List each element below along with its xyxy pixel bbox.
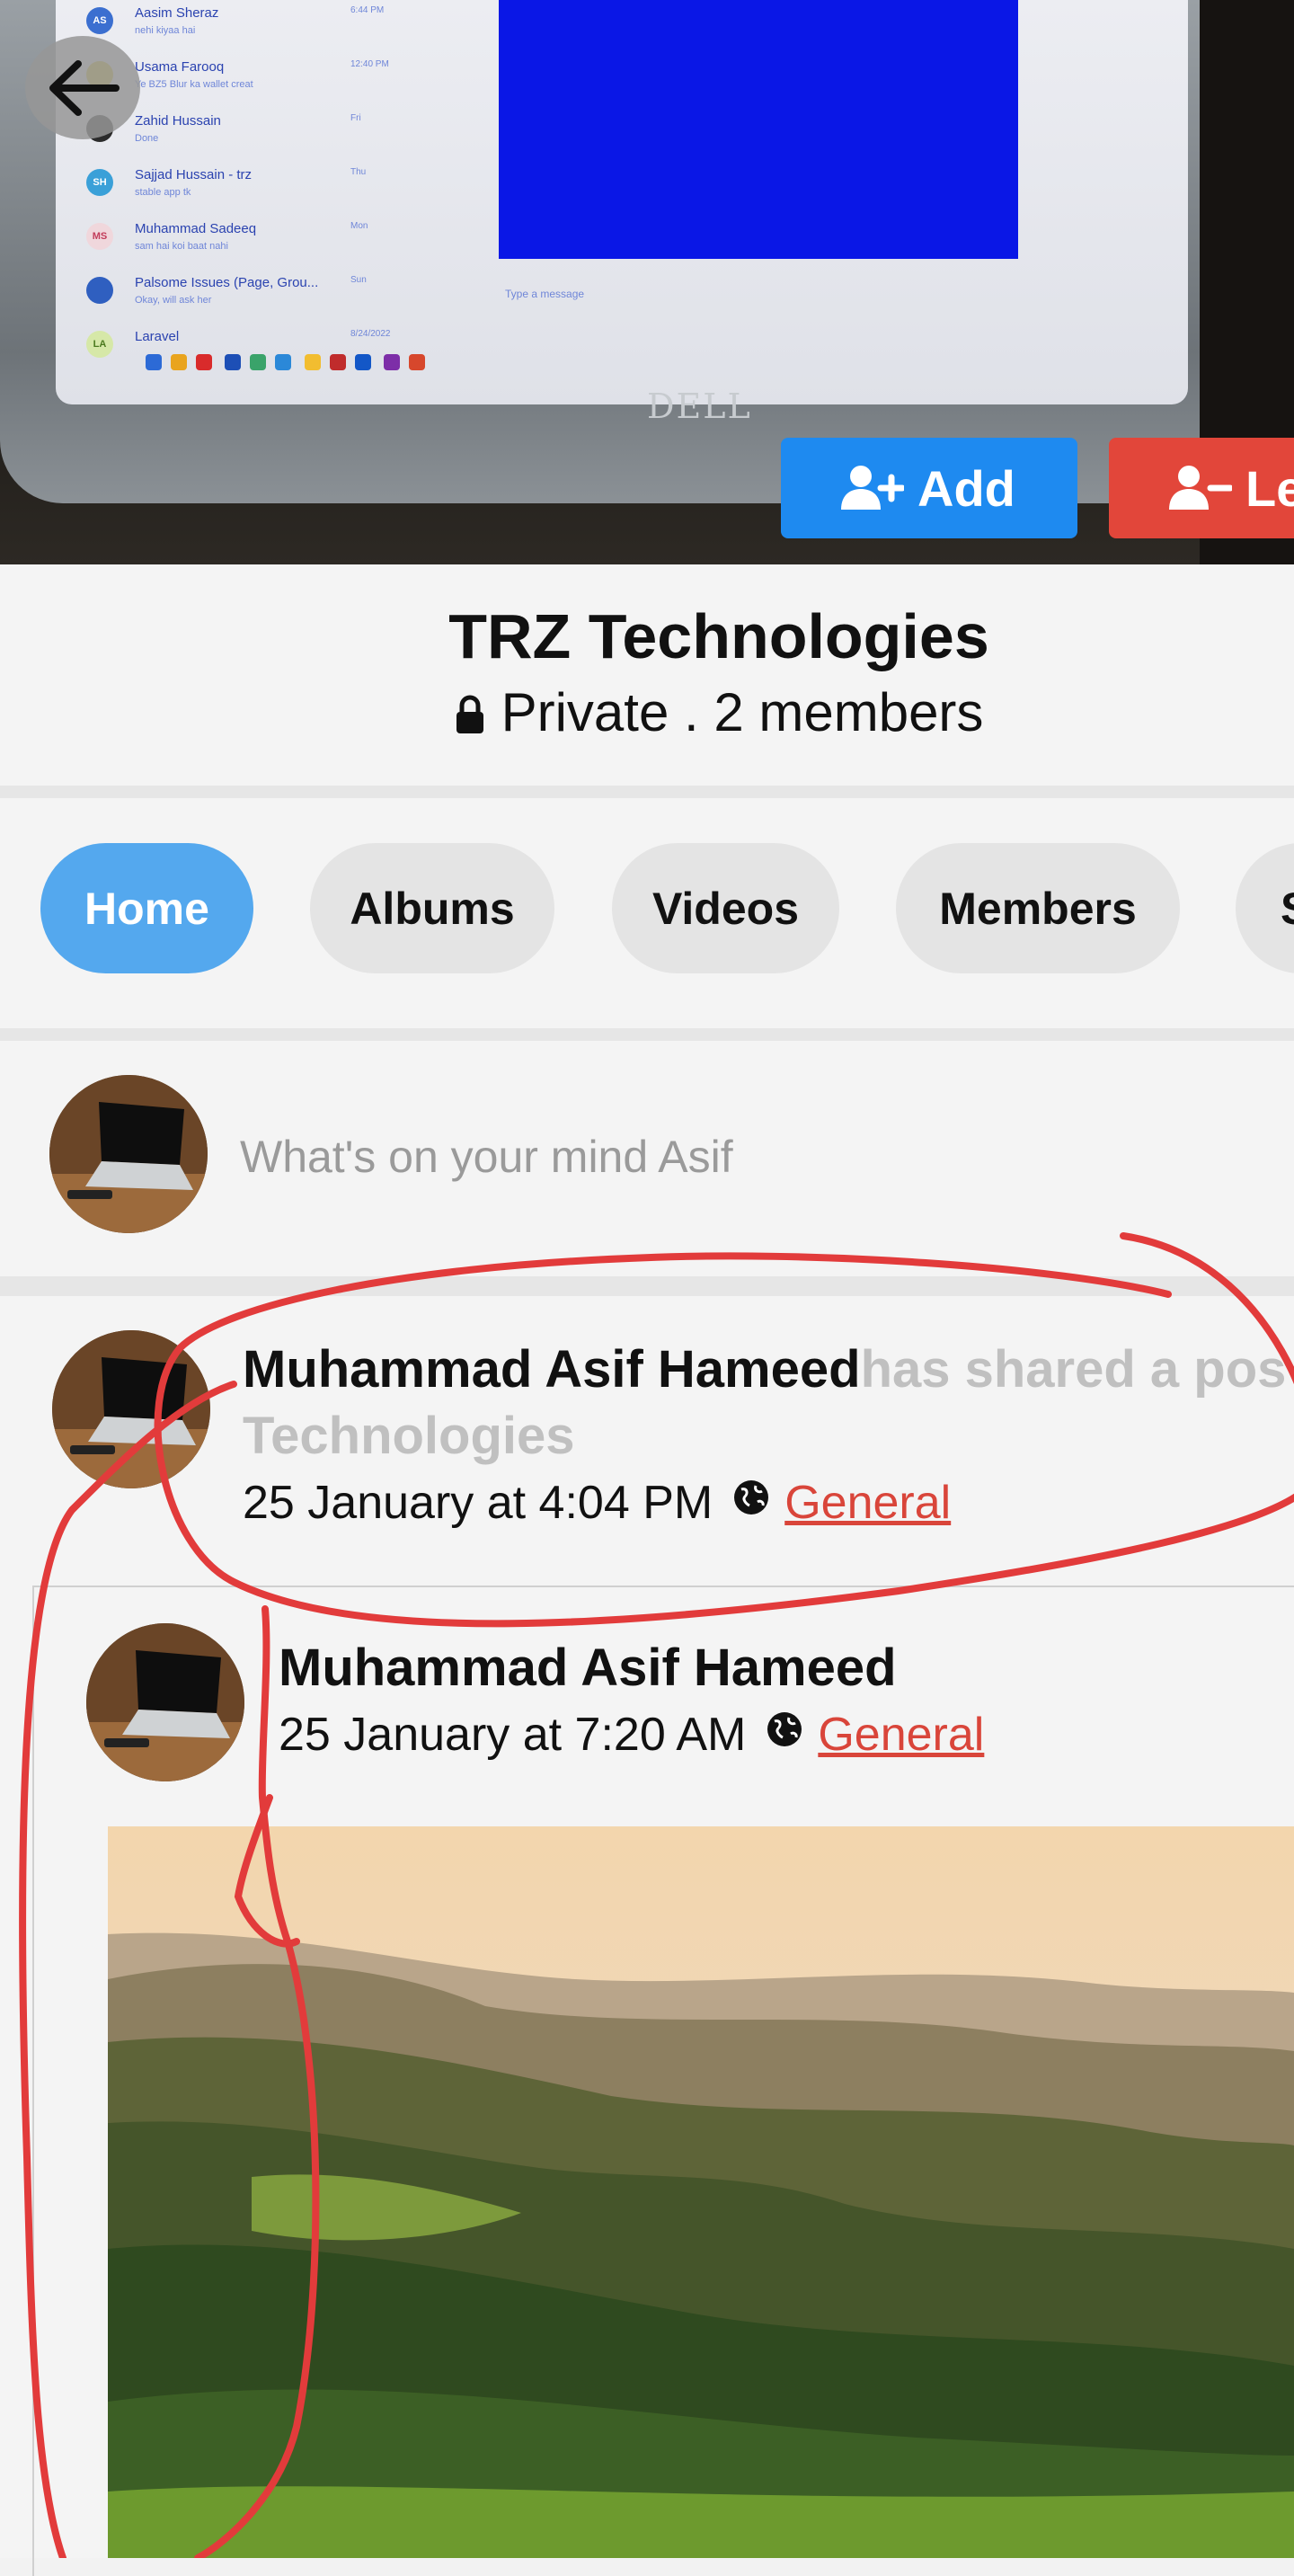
message-input: Type a message — [505, 288, 585, 300]
globe-icon — [734, 1480, 769, 1515]
chat-avatar: MS — [86, 223, 113, 250]
chat-list-item: AS Aasim Sheraz nehi kiyaa hai 6:44 PM — [81, 0, 431, 54]
chat-list: AS Aasim Sheraz nehi kiyaa hai 6:44 PM U… — [81, 0, 431, 360]
arrow-left-icon — [49, 59, 120, 116]
chat-snippet: nehi kiyaa hai — [135, 25, 196, 36]
chat-time: 8/24/2022 — [350, 329, 391, 339]
chat-avatar: SH — [86, 169, 113, 196]
windows-taskbar — [146, 342, 1188, 383]
post-header-text: Muhammad Asif Hameedhas shared a pos — [243, 1339, 1286, 1399]
chat-time: 12:40 PM — [350, 59, 389, 69]
chat-snippet: Done — [135, 133, 159, 144]
chat-avatar: AS — [86, 7, 113, 34]
post-audience-link[interactable]: General — [784, 1477, 951, 1529]
chat-avatar: LA — [86, 331, 113, 358]
group-meta-text: Private . 2 members — [501, 682, 984, 742]
back-button[interactable] — [25, 36, 140, 139]
chat-time: Thu — [350, 167, 367, 177]
shared-screen-window — [499, 0, 1018, 259]
group-title: TRZ Technologies — [448, 601, 989, 671]
leave-button-label: Lea — [1245, 459, 1294, 517]
chat-time: Sun — [350, 275, 367, 285]
avatar[interactable] — [52, 1330, 210, 1488]
lock-icon — [456, 695, 483, 733]
post-timestamp[interactable]: 25 January at 4:04 PM — [243, 1477, 713, 1529]
group-tabs: Home Albums Videos Members S — [0, 798, 1294, 1041]
group-header: TRZ Technologies Private . 2 members — [0, 564, 1294, 798]
user-minus-icon — [1169, 466, 1232, 510]
chat-time: Fri — [350, 113, 361, 123]
chat-name: Sajjad Hussain - trz — [135, 167, 253, 182]
chat-name: Aasim Sheraz — [135, 5, 219, 21]
tab-s[interactable]: S — [1236, 843, 1294, 973]
chat-list-item: Palsome Issues (Page, Grou... Okay, will… — [81, 270, 431, 324]
chat-time: 6:44 PM — [350, 5, 385, 15]
chat-name: Zahid Hussain — [135, 113, 221, 129]
shared-post-meta: 25 January at 7:20 AM General — [279, 1708, 984, 1762]
chat-list-item: MS Muhammad Sadeeq sam hai koi baat nahi… — [81, 216, 431, 270]
user-plus-icon — [841, 466, 904, 510]
shared-post-audience-link[interactable]: General — [818, 1709, 984, 1761]
chat-snippet: sam hai koi baat nahi — [135, 241, 228, 252]
chat-list-item: Zahid Hussain Done Fri — [81, 108, 431, 162]
laptop-screen: AS Aasim Sheraz nehi kiyaa hai 6:44 PM U… — [56, 0, 1188, 404]
chat-name: Palsome Issues (Page, Grou... — [135, 275, 319, 290]
tab-videos[interactable]: Videos — [612, 843, 839, 973]
chat-name: Usama Farooq — [135, 59, 225, 75]
tab-members[interactable]: Members — [896, 843, 1180, 973]
chat-snippet: stable app tk — [135, 187, 191, 198]
laptop-logo: DELL — [647, 386, 752, 426]
avatar — [49, 1075, 208, 1233]
globe-icon — [767, 1712, 802, 1746]
chat-time: Mon — [350, 221, 368, 231]
chat-snippet: Okay, will ask her — [135, 295, 212, 306]
tab-albums[interactable]: Albums — [310, 843, 554, 973]
post-action-text: has shared a pos — [860, 1340, 1287, 1399]
chat-snippet: Ye BZ5 Blur ka wallet creat — [135, 79, 253, 90]
tab-home[interactable]: Home — [40, 843, 253, 973]
post-composer[interactable]: What's on your mind Asif — [0, 1041, 1294, 1296]
group-cover-photo: AS Aasim Sheraz nehi kiyaa hai 6:44 PM U… — [0, 0, 1294, 564]
add-button-label: Add — [917, 459, 1015, 517]
leave-group-button[interactable]: Lea — [1109, 438, 1294, 538]
post-author-name[interactable]: Muhammad Asif Hameed — [243, 1340, 861, 1399]
chat-name: Muhammad Sadeeq — [135, 221, 257, 236]
chat-list-item: SH Sajjad Hussain - trz stable app tk Th… — [81, 162, 431, 216]
post-action-text-continued: Technologies — [243, 1407, 575, 1465]
shared-post-timestamp[interactable]: 25 January at 7:20 AM — [279, 1709, 746, 1761]
shared-post-image[interactable] — [108, 1826, 1294, 2558]
shared-post-author-name[interactable]: Muhammad Asif Hameed — [279, 1638, 897, 1698]
avatar[interactable] — [86, 1623, 244, 1781]
add-member-button[interactable]: Add — [781, 438, 1077, 538]
whats-on-your-mind-input[interactable]: What's on your mind Asif — [240, 1131, 733, 1183]
group-privacy-meta: Private . 2 members — [0, 681, 1294, 743]
post-meta: 25 January at 4:04 PM General — [243, 1476, 951, 1530]
chat-avatar — [86, 277, 113, 304]
